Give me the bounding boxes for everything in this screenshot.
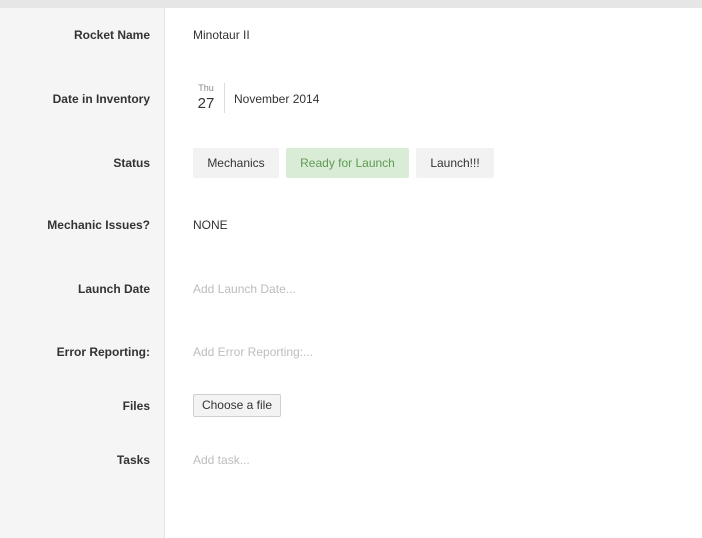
files-label: Files [122,399,150,413]
error-reporting-input[interactable]: Add Error Reporting:... [193,345,313,359]
launch-date-input[interactable]: Add Launch Date... [193,282,296,296]
date-day: 27 [197,95,215,112]
choose-file-button[interactable]: Choose a file [193,394,281,417]
launch-date-label: Launch Date [77,282,150,296]
rocket-name-value[interactable]: Minotaur II [193,28,250,42]
add-task-input[interactable]: Add task... [193,453,250,467]
status-label: Status [113,156,150,170]
mechanic-issues-value[interactable]: NONE [193,218,228,232]
status-option-launch[interactable]: Launch!!! [416,148,494,178]
status-option-mechanics[interactable]: Mechanics [193,148,279,178]
error-reporting-label: Error Reporting: [56,345,150,359]
status-option-ready-for-launch[interactable]: Ready for Launch [286,148,409,178]
rocket-name-label: Rocket Name [73,28,150,42]
date-weekday: Thu [198,83,214,93]
top-bar [0,0,702,8]
date-in-inventory-label: Date in Inventory [52,92,150,106]
mechanic-issues-label: Mechanic Issues? [47,218,150,232]
tasks-label: Tasks [116,453,150,467]
date-divider [224,83,225,113]
date-month-year: November 2014 [234,92,320,106]
